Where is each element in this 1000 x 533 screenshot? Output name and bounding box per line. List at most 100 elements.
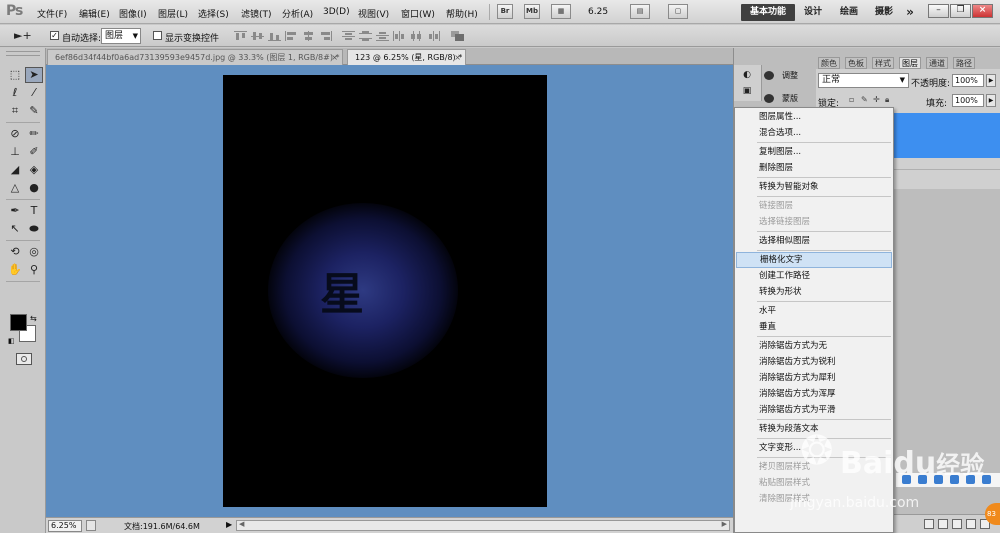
default-colors-icon[interactable]: ◧ xyxy=(8,337,15,345)
distribute-hcenter-icon[interactable] xyxy=(410,31,423,41)
panel-grip[interactable] xyxy=(6,51,40,56)
3d-orbit-tool-icon[interactable]: ◎ xyxy=(25,244,43,260)
move-tool-preset-icon[interactable]: ►+ xyxy=(14,29,32,42)
context-menu-item[interactable]: 栅格化文字 xyxy=(736,252,892,268)
status-menu-arrow-icon[interactable]: ▶ xyxy=(226,520,232,529)
distribute-top-icon[interactable] xyxy=(342,31,355,41)
zoom-input[interactable]: 6.25% xyxy=(48,520,82,532)
restore-icon[interactable]: ❐ xyxy=(950,4,971,18)
close-icon[interactable]: × xyxy=(331,50,338,65)
context-menu-item[interactable]: 图层属性... xyxy=(736,109,892,125)
swap-colors-icon[interactable]: ⇆ xyxy=(30,314,37,323)
horizontal-scrollbar[interactable]: ◀ ▶ xyxy=(236,520,730,531)
menu-3d[interactable]: 3D(D) xyxy=(323,7,350,17)
brush-tool-icon[interactable]: ✏ xyxy=(25,126,43,142)
close-icon[interactable]: × xyxy=(454,50,461,65)
tab-styles[interactable]: 样式 xyxy=(872,57,894,69)
menu-file[interactable]: 文件(F) xyxy=(37,7,67,20)
auto-select-checkbox[interactable]: ✓ xyxy=(50,31,59,40)
shape-tool-icon[interactable]: ⬬ xyxy=(25,221,43,237)
masks-panel-button[interactable]: 蒙版 xyxy=(764,91,798,107)
healing-brush-tool-icon[interactable]: ⊘ xyxy=(6,126,24,142)
arrange-documents-icon[interactable]: ▤ xyxy=(630,4,650,19)
scroll-right-icon[interactable]: ▶ xyxy=(722,520,727,528)
tab-paths[interactable]: 路径 xyxy=(953,57,975,69)
bridge-icon[interactable]: Br xyxy=(497,4,513,19)
hand-tool-icon[interactable]: ✋ xyxy=(6,262,24,278)
context-menu-item[interactable]: 混合选项... xyxy=(736,125,892,141)
align-bottom-icon[interactable] xyxy=(268,31,281,41)
workspace-essentials[interactable]: 基本功能 xyxy=(741,4,795,21)
crop-tool-icon[interactable]: ⌗ xyxy=(6,103,24,119)
menu-layer[interactable]: 图层(L) xyxy=(158,7,188,20)
tab-channels[interactable]: 通道 xyxy=(926,57,948,69)
context-menu-item[interactable]: 垂直 xyxy=(736,319,892,335)
eraser-tool-icon[interactable]: ◢ xyxy=(6,162,24,178)
dodge-tool-icon[interactable]: ● xyxy=(25,180,43,196)
screen-mode-icon[interactable]: ▢ xyxy=(668,4,688,19)
new-layer-icon[interactable] xyxy=(966,519,976,529)
context-menu-item[interactable]: 消除锯齿方式为浑厚 xyxy=(736,386,892,402)
context-menu-item[interactable]: 删除图层 xyxy=(736,160,892,176)
move-tool-icon[interactable]: ➤ xyxy=(25,67,43,83)
opacity-input[interactable]: 100% xyxy=(952,74,984,87)
menu-select[interactable]: 选择(S) xyxy=(198,7,229,20)
context-menu-item[interactable]: 消除锯齿方式为平滑 xyxy=(736,402,892,418)
notification-badge[interactable]: 83 xyxy=(985,503,1000,525)
adjustments-panel-icon[interactable]: ◐ xyxy=(740,69,754,82)
clone-stamp-tool-icon[interactable]: ⊥ xyxy=(6,144,24,160)
workspace-photography[interactable]: 摄影 xyxy=(871,4,897,21)
align-left-icon[interactable] xyxy=(285,31,298,41)
menu-analysis[interactable]: 分析(A) xyxy=(282,7,313,20)
context-menu-item[interactable]: 消除锯齿方式为无 xyxy=(736,338,892,354)
document-tab[interactable]: 6ef86d34f44bf0a6ad73139593e9457d.jpg @ 3… xyxy=(47,49,343,65)
align-hcenter-icon[interactable] xyxy=(302,31,315,41)
document-canvas[interactable]: 星 xyxy=(223,75,547,507)
show-transform-checkbox[interactable] xyxy=(153,31,162,40)
lock-all-icon[interactable]: 🔒︎ xyxy=(885,96,893,104)
auto-select-target-dropdown[interactable]: 图层 ▼ xyxy=(101,28,141,44)
canvas-area[interactable]: 星 xyxy=(46,65,733,517)
tab-swatches[interactable]: 色板 xyxy=(845,57,867,69)
tab-color[interactable]: 颜色 xyxy=(818,57,840,69)
context-menu-item[interactable]: 转换为智能对象 xyxy=(736,179,892,195)
distribute-bottom-icon[interactable] xyxy=(376,31,389,41)
lock-pixels-icon[interactable]: ✎ xyxy=(861,96,869,104)
minimize-icon[interactable]: – xyxy=(928,4,949,18)
menu-filter[interactable]: 滤镜(T) xyxy=(241,7,272,20)
quick-mask-icon[interactable] xyxy=(16,353,32,365)
menu-image[interactable]: 图像(I) xyxy=(119,7,147,20)
workspace-painting[interactable]: 绘画 xyxy=(836,4,862,21)
align-vcenter-icon[interactable] xyxy=(251,31,264,41)
magic-wand-tool-icon[interactable]: ⁄ xyxy=(25,85,43,101)
align-top-icon[interactable] xyxy=(234,31,247,41)
blend-mode-dropdown[interactable]: 正常 ▼ xyxy=(818,73,909,88)
lock-position-icon[interactable]: ✛ xyxy=(873,96,881,104)
context-menu-item[interactable]: 复制图层... xyxy=(736,144,892,160)
3d-rotate-tool-icon[interactable]: ⟲ xyxy=(6,244,24,260)
document-tab-active[interactable]: 123 @ 6.25% (星, RGB/8) * × xyxy=(347,49,466,65)
context-menu-item[interactable]: 消除锯齿方式为锐利 xyxy=(736,354,892,370)
status-preview-icon[interactable] xyxy=(86,520,96,531)
align-right-icon[interactable] xyxy=(319,31,332,41)
pen-tool-icon[interactable]: ✒ xyxy=(6,203,24,219)
add-style-icon[interactable] xyxy=(938,519,948,529)
auto-align-layers-icon[interactable] xyxy=(451,31,464,41)
zoom-level[interactable]: 6.25 xyxy=(588,7,608,17)
view-extras-icon[interactable]: ▦ xyxy=(551,4,571,19)
link-layers-icon[interactable] xyxy=(924,519,934,529)
context-menu-item[interactable]: 创建工作路径 xyxy=(736,268,892,284)
marquee-tool-icon[interactable]: ⬚ xyxy=(6,67,24,83)
menu-help[interactable]: 帮助(H) xyxy=(446,7,478,20)
path-selection-tool-icon[interactable]: ↖ xyxy=(6,221,24,237)
menu-edit[interactable]: 编辑(E) xyxy=(79,7,110,20)
lasso-tool-icon[interactable]: ℓ xyxy=(6,85,24,101)
paint-bucket-tool-icon[interactable]: ◈ xyxy=(25,162,43,178)
close-icon[interactable]: × xyxy=(972,4,993,18)
context-menu-item[interactable]: 消除锯齿方式为犀利 xyxy=(736,370,892,386)
distribute-right-icon[interactable] xyxy=(427,31,440,41)
mini-bridge-icon[interactable]: Mb xyxy=(524,4,540,19)
history-brush-tool-icon[interactable]: ✐ xyxy=(25,144,43,160)
context-menu-item[interactable]: 水平 xyxy=(736,303,892,319)
fill-input[interactable]: 100% xyxy=(952,94,984,107)
